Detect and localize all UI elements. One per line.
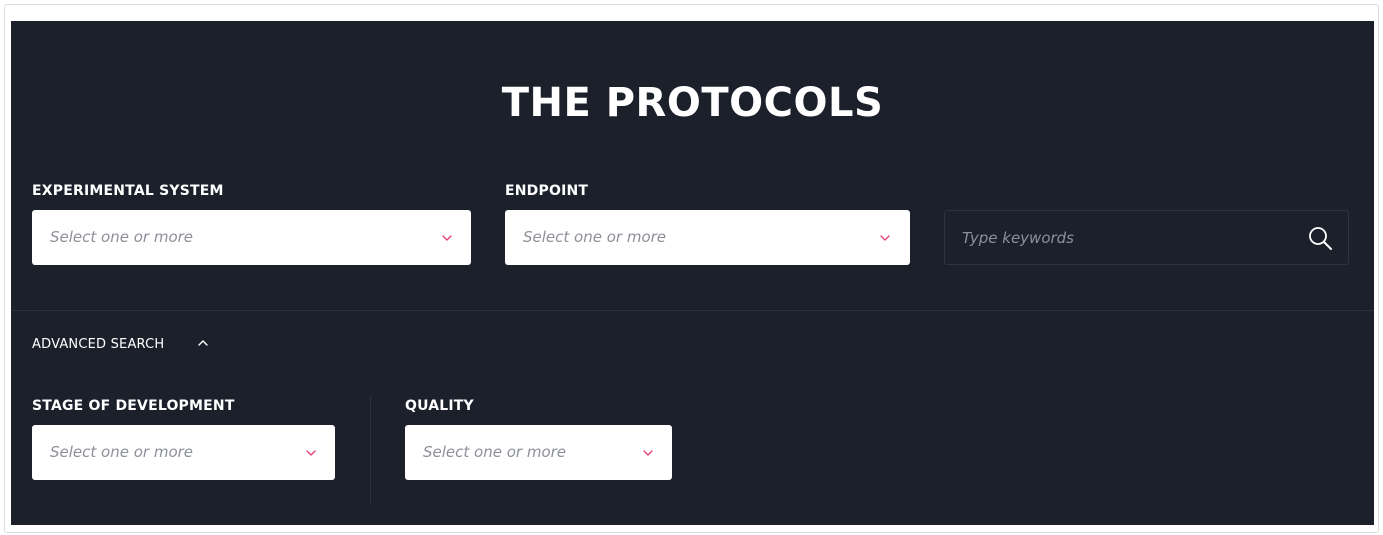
endpoint-placeholder: Select one or more: [523, 228, 667, 246]
stage-of-development-select[interactable]: Select one or more: [32, 425, 335, 480]
chevron-down-icon: [306, 450, 316, 456]
experimental-system-select[interactable]: Select one or more: [32, 210, 471, 265]
quality-placeholder: Select one or more: [423, 443, 567, 461]
quality-select[interactable]: Select one or more: [405, 425, 672, 480]
chevron-down-icon: [643, 450, 653, 456]
chevron-down-icon: [442, 235, 452, 241]
experimental-system-placeholder: Select one or more: [50, 228, 194, 246]
keyword-search: [944, 210, 1349, 265]
advanced-search-toggle[interactable]: ADVANCED SEARCH: [32, 333, 208, 353]
quality-label: QUALITY: [405, 398, 474, 414]
keyword-search-input[interactable]: [945, 211, 1285, 264]
section-divider: [11, 310, 1374, 311]
endpoint-select[interactable]: Select one or more: [505, 210, 910, 265]
experimental-system-label: EXPERIMENTAL SYSTEM: [32, 183, 224, 199]
stage-of-development-label: STAGE OF DEVELOPMENT: [32, 398, 235, 414]
chevron-down-icon: [880, 235, 890, 241]
endpoint-label: ENDPOINT: [505, 183, 589, 199]
chevron-up-icon: [198, 340, 208, 346]
stage-of-development-placeholder: Select one or more: [50, 443, 194, 461]
filter-column-divider: [370, 396, 371, 504]
search-icon[interactable]: [1306, 224, 1334, 252]
page-title: THE PROTOCOLS: [501, 80, 884, 126]
protocol-search-panel: THE PROTOCOLS EXPERIMENTAL SYSTEM Select…: [11, 21, 1374, 525]
advanced-search-label: ADVANCED SEARCH: [32, 337, 165, 352]
